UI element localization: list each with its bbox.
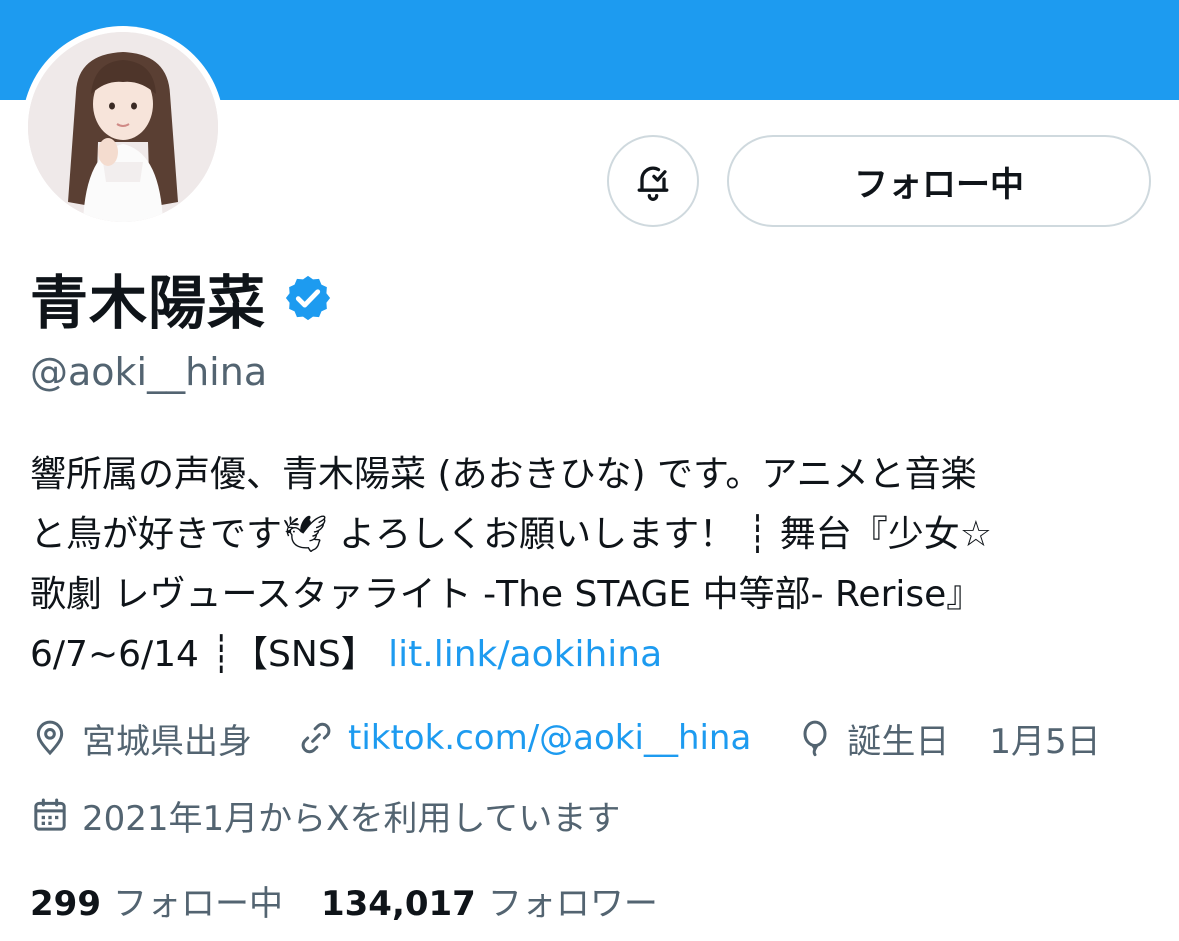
following-count: 299 [30,883,101,924]
following-label: フォロー中 [112,883,283,924]
joined-text: 2021年1月からXを利用しています [82,798,621,839]
bio-line: 歌劇 レヴュースタァライト -The STAGE 中等部- Rerise』 [30,574,983,615]
following-button[interactable]: フォロー中 [727,135,1151,227]
website-link[interactable]: tiktok.com/@aoki__hina [348,718,751,758]
birthday: 誕生日 1月5日 [795,714,1101,763]
bell-check-icon [637,166,669,201]
display-name: 青木陽菜 [30,269,267,337]
bio-line-text: 6/7~6/14 ┊【SNS】 [30,634,377,675]
location-text: 宮城県出身 [82,721,252,762]
name-row: 青木陽菜 [30,262,334,337]
follow-stats: 299 フォロー中 134,017 フォロワー [30,872,696,928]
calendar-icon [34,798,66,831]
verified-badge-icon[interactable] [282,272,334,324]
notifications-button[interactable] [607,135,699,227]
link-icon [301,722,331,754]
followers-stat[interactable]: 134,017 フォロワー [321,876,658,925]
location: 宮城県出身 [30,714,252,763]
location-pin-icon [36,720,64,756]
joined: 2021年1月からXを利用しています [30,787,620,843]
bio-line: 6/7~6/14 ┊【SNS】 lit.link/aokihina [30,625,1160,685]
followers-count: 134,017 [320,883,476,924]
following-button-label: フォロー中 [854,164,1024,205]
profile-meta: 宮城県出身 tiktok.com/@aoki__hina 誕生日 1月5日 [30,710,1145,766]
birthday-label: 誕生日 [847,721,950,762]
balloon-icon [803,720,827,757]
following-stat[interactable]: 299 フォロー中 [30,876,283,925]
bio-line: 響所属の声優、青木陽菜 (あおきひな) です。アニメと音楽 [30,454,977,495]
website: tiktok.com/@aoki__hina [296,718,751,758]
birthday-value: 1月5日 [989,721,1101,762]
bio-link[interactable]: lit.link/aokihina [388,634,662,675]
followers-label: フォロワー [487,883,658,924]
bio-line: と鳥が好きです🕊 よろしくお願いします！ ┊ 舞台『少女☆ [30,514,992,555]
handle: @aoki__hina [30,350,268,394]
bio: 響所属の声優、青木陽菜 (あおきひな) です。アニメと音楽 と鳥が好きです🕊 よ… [30,445,1160,685]
avatar[interactable] [28,32,218,222]
